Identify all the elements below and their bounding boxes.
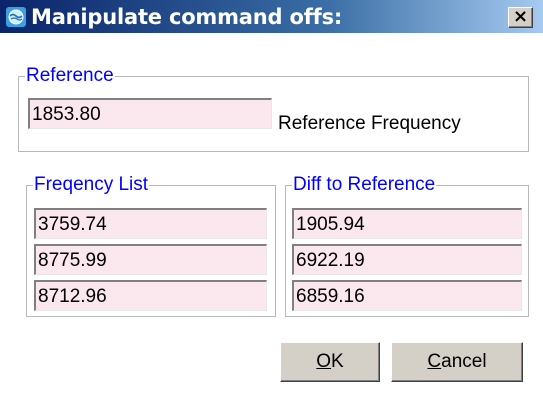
- ok-label-rest: K: [331, 351, 344, 372]
- manipulate-command-offs-dialog: Manipulate command offs: × Reference Ref…: [0, 0, 543, 400]
- reference-frequency-label: Reference Frequency: [278, 113, 461, 134]
- diff-input-2[interactable]: [292, 244, 522, 275]
- reference-group-title: Reference: [25, 65, 115, 86]
- frequency-input-2[interactable]: [34, 244, 267, 275]
- globe-app-icon: [6, 7, 26, 27]
- ok-mnemonic: O: [316, 351, 332, 372]
- window-title: Manipulate command offs:: [31, 5, 343, 29]
- title-bar[interactable]: Manipulate command offs: ×: [0, 0, 543, 33]
- frequency-list-group-title: Freqency List: [33, 174, 150, 195]
- diff-input-1[interactable]: [292, 208, 522, 239]
- frequency-input-3[interactable]: [34, 280, 267, 311]
- cancel-mnemonic: C: [427, 351, 442, 372]
- cancel-label-rest: ancel: [441, 351, 487, 372]
- reference-frequency-input[interactable]: [28, 98, 272, 129]
- close-button[interactable]: ×: [508, 6, 533, 28]
- ok-button[interactable]: OK: [280, 342, 380, 382]
- frequency-input-1[interactable]: [34, 208, 267, 239]
- diff-to-reference-group-title: Diff to Reference: [292, 174, 437, 195]
- close-icon: ×: [512, 6, 529, 27]
- diff-input-3[interactable]: [292, 280, 522, 311]
- cancel-button[interactable]: Cancel: [391, 342, 523, 382]
